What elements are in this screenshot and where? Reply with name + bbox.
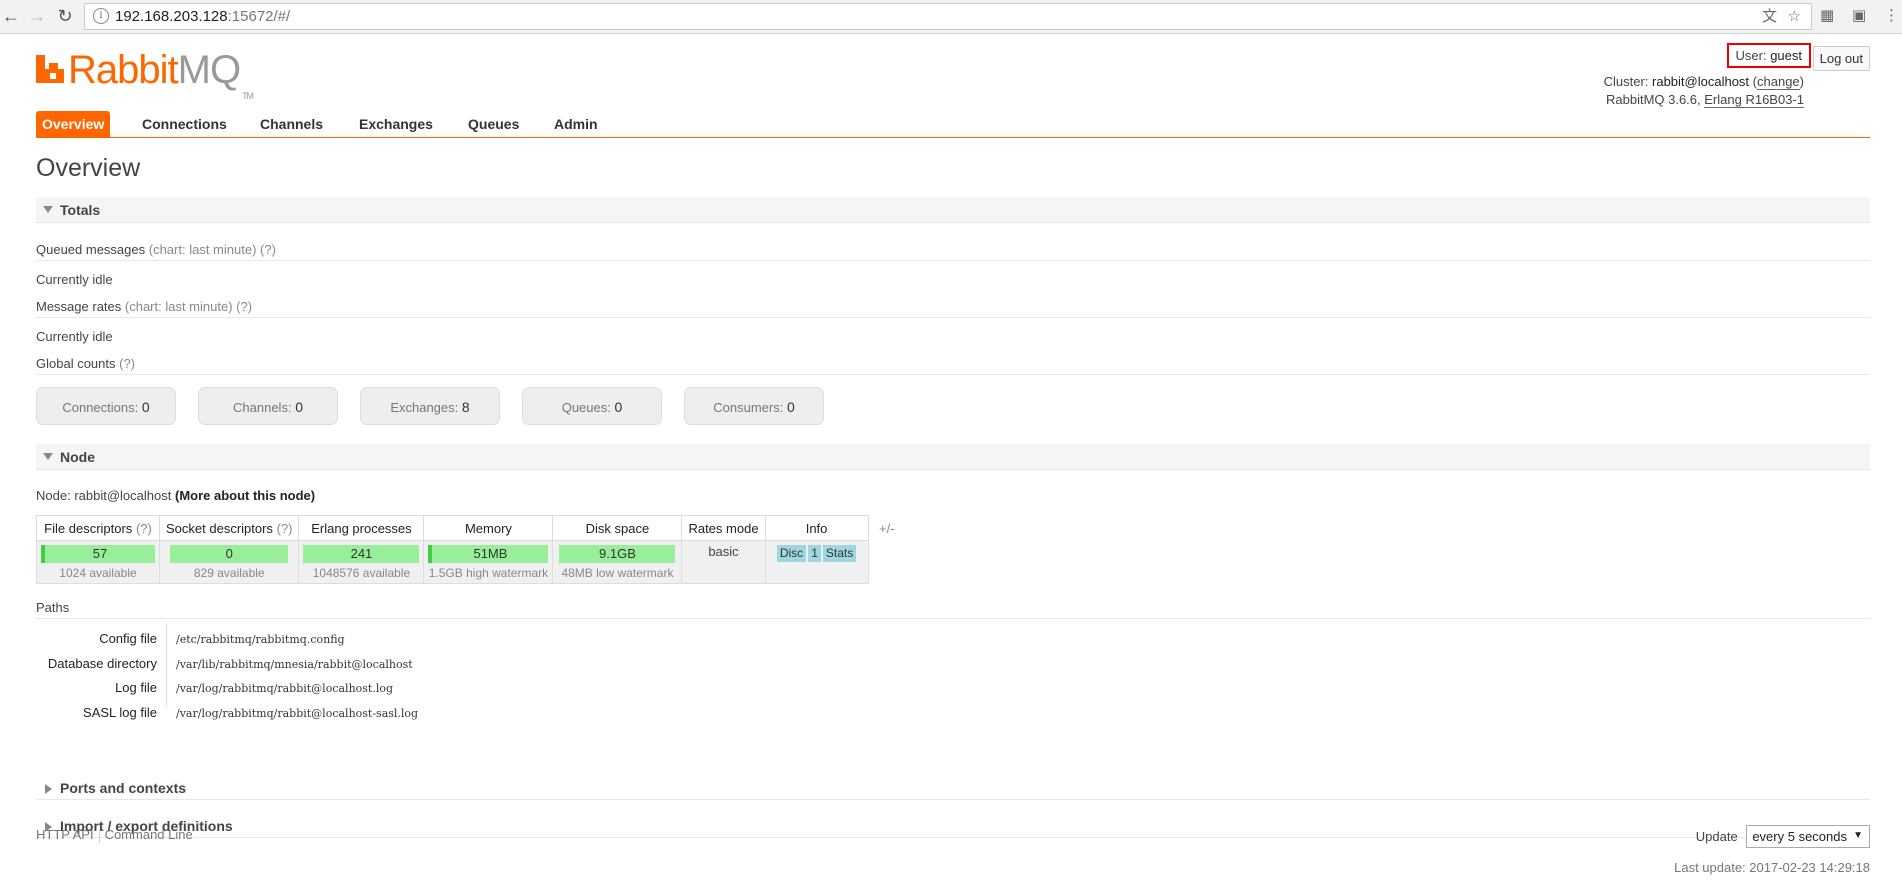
tab-queues[interactable]: Queues [462, 111, 525, 137]
http-api-link[interactable]: HTTP API [36, 827, 94, 842]
tab-exchanges[interactable]: Exchanges [353, 111, 439, 137]
file-descriptors-cell: 57 1024 available [36, 540, 160, 584]
import-export-section-toggle[interactable]: Import / export definitions [36, 815, 1870, 838]
rates-idle-text: Currently idle [36, 329, 113, 344]
col-file-descriptors: File descriptors (?) [36, 515, 160, 541]
col-memory: Memory [423, 515, 554, 541]
queued-messages-hint[interactable]: (chart: last minute) (?) [149, 242, 276, 257]
message-rates-hint[interactable]: (chart: last minute) (?) [125, 299, 252, 314]
rates-mode-cell: basic [681, 540, 766, 584]
node-section-toggle[interactable]: Node [36, 444, 1870, 470]
tab-channels[interactable]: Channels [254, 111, 329, 137]
col-erlang-processes: Erlang processes [298, 515, 425, 541]
queued-idle-text: Currently idle [36, 272, 113, 287]
totals-section-toggle[interactable]: Totals [36, 197, 1870, 223]
expanded-triangle-icon [43, 206, 53, 213]
erlang-processes-bar: 241 [303, 545, 420, 563]
menu-icon[interactable]: ⋮ [1884, 6, 1899, 26]
last-update-text: Last update: 2017-02-23 14:29:18 [1674, 860, 1870, 875]
memory-bar: 51MB [428, 545, 549, 563]
stats-badge: Stats [822, 545, 857, 562]
forward-icon[interactable]: → [26, 5, 48, 27]
message-rates-label: Message rates [36, 299, 122, 314]
col-disk-space: Disk space [552, 515, 683, 541]
url-text[interactable]: 192.168.203.128:15672/#/ [115, 8, 290, 25]
file-descriptors-bar: 57 [41, 545, 155, 563]
url-host: 192.168.203.128 [115, 8, 228, 25]
divider [36, 618, 1870, 619]
global-counts-hint[interactable]: (?) [119, 356, 135, 371]
path-row: Log file/var/log/rabbitmq/rabbit@localho… [115, 680, 394, 695]
collapsed-triangle-icon [45, 784, 52, 794]
main-tabs: Overview Connections Channels Exchanges … [36, 111, 1870, 138]
path-row: Database directory/var/lib/rabbitmq/mnes… [47, 656, 413, 671]
connections-count[interactable]: Connections: 0 [36, 387, 176, 425]
erlang-version-link[interactable]: Erlang R16B03-1 [1704, 92, 1804, 108]
global-counts-header: Global counts (?) [36, 356, 1870, 375]
path-row: SASL log file/var/log/rabbitmq/rabbit@lo… [83, 705, 419, 720]
col-rates-mode: Rates mode [681, 515, 766, 541]
tab-overview[interactable]: Overview [36, 111, 111, 137]
col-info: Info [764, 515, 869, 541]
tab-admin[interactable]: Admin [548, 111, 604, 137]
node-title: Node [60, 449, 95, 465]
cluster-info: Cluster: rabbit@localhost (change) [1603, 74, 1804, 90]
socket-descriptors-cell: 0 829 available [158, 540, 300, 584]
update-label: Update [1695, 829, 1738, 844]
reload-icon[interactable]: ↻ [54, 5, 76, 27]
queues-count[interactable]: Queues: 0 [522, 387, 662, 425]
change-cluster-link[interactable]: change [1757, 74, 1800, 90]
disc-count-badge: 1 [808, 545, 821, 562]
bookmark-star-icon[interactable]: ☆ [1788, 7, 1801, 27]
exchanges-count[interactable]: Exchanges: 8 [360, 387, 500, 425]
extension-2-icon[interactable]: ▣ [1852, 6, 1866, 26]
message-rates-header: Message rates (chart: last minute) (?) [36, 299, 1870, 318]
address-bar[interactable]: i 192.168.203.128:15672/#/ 文 ☆ [84, 3, 1812, 30]
update-control: Update every 5 seconds ▼ [1696, 825, 1870, 848]
back-icon[interactable]: ← [0, 5, 22, 27]
help-link[interactable]: (?) [277, 521, 293, 536]
expanded-triangle-icon [43, 453, 53, 460]
consumers-count[interactable]: Consumers: 0 [684, 387, 824, 425]
footer-links: HTTP API Command Line [36, 827, 193, 843]
tab-connections[interactable]: Connections [136, 111, 233, 137]
logo-text: RabbitMQTM [68, 48, 254, 101]
page-title: Overview [36, 154, 141, 182]
browser-toolbar: ← → ↻ i 192.168.203.128:15672/#/ 文 ☆ ▦ ▣… [0, 0, 1902, 34]
rabbitmq-logo-icon [36, 55, 64, 83]
col-socket-descriptors: Socket descriptors (?) [158, 515, 300, 541]
extension-icon[interactable]: ▦ [1820, 6, 1834, 26]
queued-messages-label: Queued messages [36, 242, 146, 257]
paths-title: Paths [36, 600, 70, 615]
info-icon[interactable]: i [93, 8, 109, 24]
command-line-link[interactable]: Command Line [105, 827, 193, 842]
dropdown-arrow-icon: ▼ [1853, 830, 1863, 841]
ports-section-toggle[interactable]: Ports and contexts [36, 777, 1870, 800]
columns-toggle[interactable]: +/- [879, 521, 895, 536]
version-info: RabbitMQ 3.6.6, Erlang R16B03-1 [1605, 92, 1804, 108]
node-name: rabbit@localhost [74, 488, 172, 503]
logout-button[interactable]: Log out [1812, 46, 1870, 71]
socket-descriptors-bar: 0 [170, 545, 289, 563]
global-counts-label: Global counts [36, 356, 116, 371]
path-row: Config file/etc/rabbitmq/rabbitmq.config [99, 631, 345, 646]
node-name-line: Node: rabbit@localhost (More about this … [36, 488, 316, 503]
disk-space-bar: 9.1GB [559, 545, 676, 563]
update-interval-select[interactable]: every 5 seconds ▼ [1746, 825, 1870, 848]
info-cell: Disc 1 Stats [764, 540, 869, 584]
queued-messages-header: Queued messages (chart: last minute) (?) [36, 242, 1870, 261]
translate-icon[interactable]: 文 [1762, 7, 1777, 27]
ports-title: Ports and contexts [60, 780, 187, 796]
help-link[interactable]: (?) [136, 521, 152, 536]
disc-badge: Disc [776, 545, 807, 562]
erlang-processes-cell: 241 1048576 available [298, 540, 425, 584]
channels-count[interactable]: Channels: 0 [198, 387, 338, 425]
more-about-node-link[interactable]: (More about this node) [175, 488, 315, 503]
memory-cell: 51MB 1.5GB high watermark [423, 540, 554, 584]
totals-title: Totals [60, 202, 101, 218]
user-indicator: User: guest [1726, 43, 1811, 68]
url-path: :15672/#/ [227, 8, 291, 25]
node-stats-table: File descriptors (?) Socket descriptors … [36, 515, 869, 584]
disk-space-cell: 9.1GB 48MB low watermark [552, 540, 683, 584]
